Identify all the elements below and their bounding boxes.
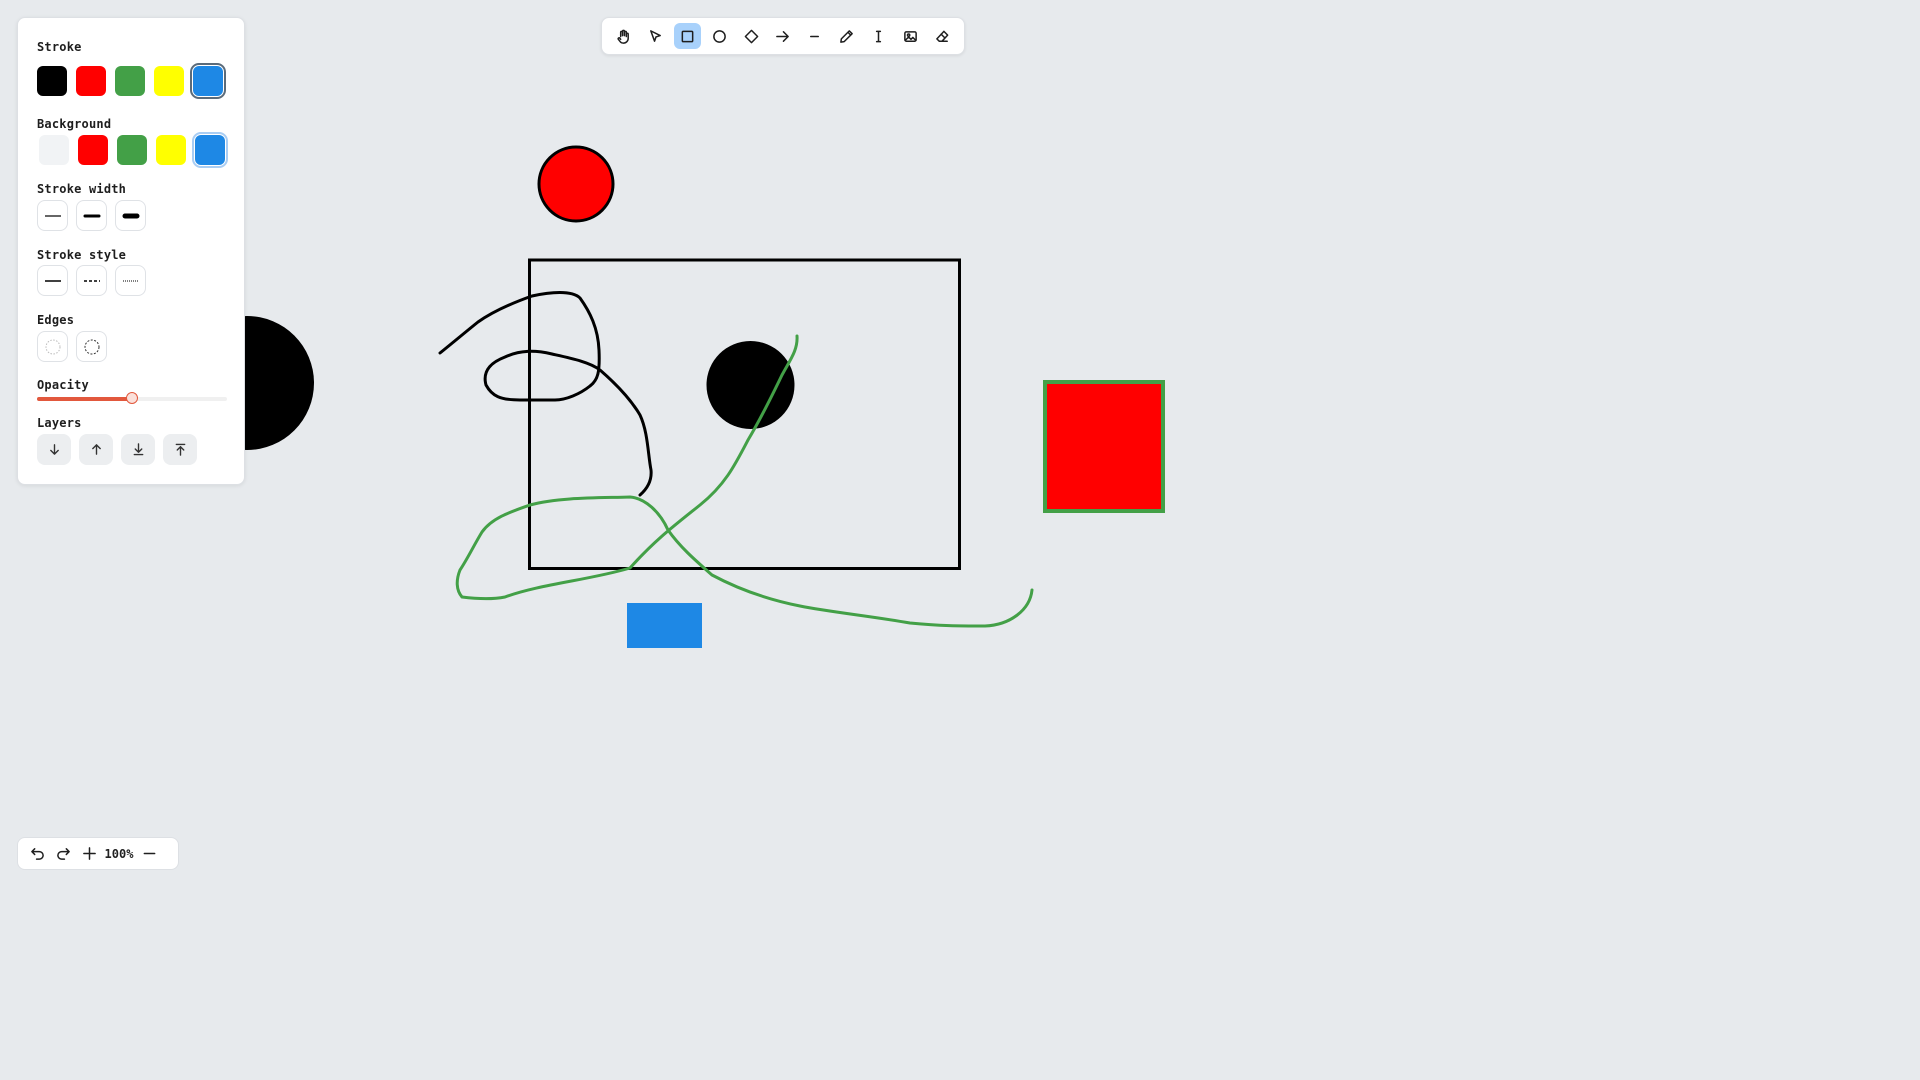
text-cursor-icon bbox=[875, 30, 882, 42]
rectangle-tool-button[interactable] bbox=[673, 23, 702, 49]
send-backward-button[interactable] bbox=[37, 434, 71, 465]
opacity-slider-fill bbox=[37, 397, 132, 401]
arrow-right-icon bbox=[776, 30, 790, 42]
line-tool-button[interactable] bbox=[801, 23, 829, 49]
round-edge-icon bbox=[84, 339, 99, 354]
opacity-slider-thumb[interactable] bbox=[126, 392, 138, 404]
zoom-bar: 100% bbox=[17, 837, 179, 870]
red-circle-shape[interactable] bbox=[537, 145, 615, 223]
diamond-tool-button[interactable] bbox=[737, 23, 765, 49]
stroke-color-blue[interactable] bbox=[190, 63, 226, 99]
hand-icon bbox=[617, 29, 630, 44]
stroke-color-yellow[interactable] bbox=[154, 66, 184, 96]
bring-forward-button[interactable] bbox=[79, 434, 113, 465]
zoom-out-button[interactable] bbox=[138, 843, 160, 865]
redo-icon bbox=[56, 848, 70, 860]
arrow-up-to-line-icon bbox=[175, 443, 185, 456]
stroke-color-green[interactable] bbox=[115, 66, 145, 96]
background-color-blue[interactable] bbox=[192, 132, 228, 168]
stroke-color-row bbox=[37, 63, 226, 99]
background-section-title: Background bbox=[37, 117, 112, 131]
select-tool-button[interactable] bbox=[642, 23, 670, 49]
blue-rectangle-shape[interactable] bbox=[627, 603, 702, 648]
zoom-in-button[interactable] bbox=[78, 843, 100, 865]
arrow-up-icon bbox=[91, 444, 101, 455]
properties-panel: Stroke Background Stroke width Stroke st… bbox=[17, 17, 245, 485]
black-circle-shape[interactable] bbox=[706, 341, 795, 429]
text-tool-button[interactable] bbox=[865, 23, 893, 49]
undo-icon bbox=[30, 848, 44, 860]
red-square-shape[interactable] bbox=[1043, 380, 1165, 513]
diamond-icon bbox=[744, 29, 758, 43]
plus-icon bbox=[82, 847, 96, 860]
send-to-back-button[interactable] bbox=[121, 434, 155, 465]
image-icon bbox=[903, 30, 917, 42]
arrow-tool-button[interactable] bbox=[769, 23, 797, 49]
pencil-tool-button[interactable] bbox=[833, 23, 861, 49]
stroke-width-thick-button[interactable] bbox=[115, 200, 146, 231]
sharp-edge-icon bbox=[45, 339, 60, 354]
undo-button[interactable] bbox=[26, 843, 48, 865]
pencil-icon bbox=[840, 29, 853, 43]
background-color-yellow[interactable] bbox=[156, 135, 186, 165]
eraser-tool-button[interactable] bbox=[928, 23, 956, 49]
opacity-section-title: Opacity bbox=[37, 378, 89, 392]
bring-to-front-button[interactable] bbox=[163, 434, 197, 465]
square-icon bbox=[681, 30, 694, 42]
pointer-icon bbox=[650, 29, 662, 42]
thick-line-icon bbox=[122, 213, 139, 218]
black-freehand-stroke[interactable] bbox=[438, 291, 653, 497]
stroke-color-black[interactable] bbox=[37, 66, 67, 96]
edges-round-button[interactable] bbox=[76, 331, 107, 362]
background-color-red[interactable] bbox=[78, 135, 108, 165]
tool-toolbar bbox=[601, 17, 965, 55]
opacity-slider[interactable] bbox=[37, 392, 227, 404]
arrow-down-to-line-icon bbox=[133, 443, 143, 456]
stroke-style-row bbox=[37, 265, 146, 296]
edges-sharp-button[interactable] bbox=[37, 331, 68, 362]
ellipse-tool-button[interactable] bbox=[705, 23, 733, 49]
minus-icon bbox=[143, 852, 155, 855]
medium-line-icon bbox=[83, 214, 100, 217]
zoom-level[interactable]: 100% bbox=[104, 847, 134, 861]
eraser-icon bbox=[935, 30, 948, 42]
stroke-style-section-title: Stroke style bbox=[37, 248, 127, 262]
stroke-style-dotted-button[interactable] bbox=[115, 265, 146, 296]
arrow-down-icon bbox=[49, 444, 59, 455]
layers-row bbox=[37, 434, 197, 465]
layers-section-title: Layers bbox=[37, 416, 82, 430]
background-color-transparent[interactable] bbox=[39, 135, 69, 165]
stroke-width-medium-button[interactable] bbox=[76, 200, 107, 231]
stroke-width-thin-button[interactable] bbox=[37, 200, 68, 231]
solid-line-icon bbox=[44, 279, 61, 282]
line-icon bbox=[810, 35, 820, 37]
stroke-width-row bbox=[37, 200, 146, 231]
dashed-line-icon bbox=[83, 279, 100, 282]
stroke-color-red[interactable] bbox=[76, 66, 106, 96]
background-color-green[interactable] bbox=[117, 135, 147, 165]
edges-section-title: Edges bbox=[37, 313, 75, 327]
image-tool-button[interactable] bbox=[896, 23, 924, 49]
thin-line-icon bbox=[44, 214, 61, 217]
hand-tool-button[interactable] bbox=[610, 23, 638, 49]
circle-icon bbox=[712, 29, 726, 43]
stroke-width-section-title: Stroke width bbox=[37, 182, 127, 196]
dotted-line-icon bbox=[122, 280, 139, 281]
redo-button[interactable] bbox=[52, 843, 74, 865]
background-color-row bbox=[39, 132, 228, 168]
edges-row bbox=[37, 331, 107, 362]
stroke-style-solid-button[interactable] bbox=[37, 265, 68, 296]
stroke-style-dashed-button[interactable] bbox=[76, 265, 107, 296]
stroke-section-title: Stroke bbox=[37, 40, 82, 54]
